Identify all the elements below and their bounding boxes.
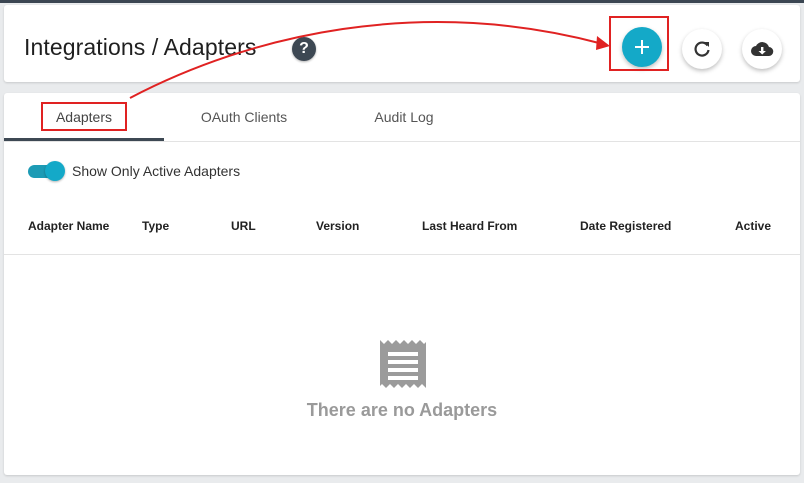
receipt-icon — [380, 340, 426, 388]
page-header: Integrations / Adapters ? — [4, 5, 800, 82]
column-header-last-heard-from[interactable]: Last Heard From — [422, 219, 517, 233]
column-header-active[interactable]: Active — [735, 219, 771, 233]
table-header-divider — [4, 254, 800, 255]
refresh-button[interactable] — [682, 29, 722, 69]
tab-oauth-clients[interactable]: OAuth Clients — [164, 93, 324, 141]
column-header-date-registered[interactable]: Date Registered — [580, 219, 671, 233]
active-adapters-toggle[interactable] — [28, 161, 65, 181]
download-button[interactable] — [742, 29, 782, 69]
refresh-icon — [694, 41, 710, 57]
column-header-adapter-name[interactable]: Adapter Name — [28, 219, 109, 233]
column-header-type[interactable]: Type — [142, 219, 169, 233]
annotation-highlight-add — [609, 16, 669, 71]
annotation-highlight-tab — [41, 102, 127, 131]
tab-audit-log[interactable]: Audit Log — [324, 93, 484, 141]
page-title: Integrations / Adapters — [24, 34, 257, 60]
tab-label: Audit Log — [374, 109, 434, 125]
column-header-url[interactable]: URL — [231, 219, 256, 233]
cloud-download-icon — [751, 42, 774, 57]
toggle-thumb — [45, 161, 65, 181]
tab-divider — [4, 141, 800, 142]
toggle-label: Show Only Active Adapters — [72, 163, 241, 179]
window-top-bar — [0, 0, 804, 3]
adapters-panel: Adapters OAuth Clients Audit Log Show On… — [4, 93, 800, 475]
question-circle-icon[interactable]: ? — [292, 37, 316, 61]
empty-state-message: There are no Adapters — [306, 400, 498, 420]
tab-label: OAuth Clients — [200, 109, 288, 125]
column-header-version[interactable]: Version — [316, 219, 359, 233]
